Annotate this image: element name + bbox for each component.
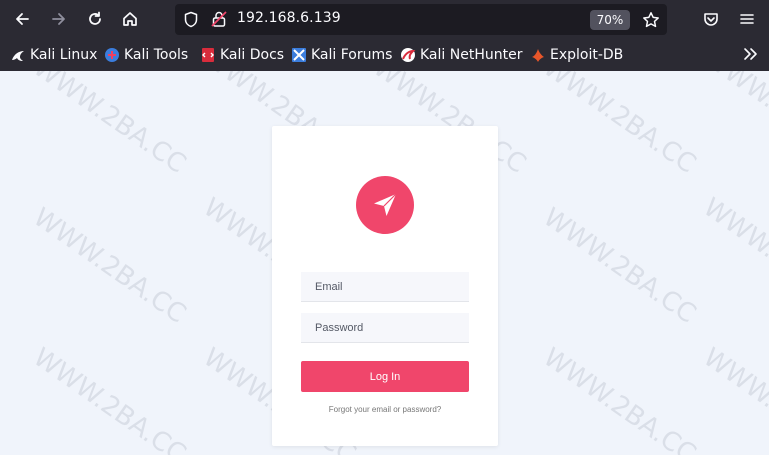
watermark: WWW.2BA.CC [27,71,192,180]
login-card: Log In Forgot your email or password? [272,126,498,446]
forgot-password-link[interactable]: Forgot your email or password? [272,405,498,414]
watermark: WWW.2BA.CC [697,192,769,320]
paper-plane-icon [374,193,397,216]
address-bar[interactable]: 192.168.6.139 70% [175,4,667,35]
insecure-lock-icon[interactable] [211,10,227,28]
shield-icon[interactable] [183,11,199,28]
password-field[interactable] [301,313,469,343]
bookmark-kali-forums[interactable]: Kali Forums [291,44,392,66]
bookmark-label: Kali NetHunter [420,47,523,63]
login-button[interactable]: Log In [301,361,469,392]
star-icon[interactable] [642,11,660,29]
reload-icon [89,11,101,25]
bookmark-kali-linux[interactable]: Kali Linux [10,44,97,66]
watermark: WWW.2BA.CC [27,342,192,455]
watermark: WWW.2BA.CC [697,342,769,455]
pocket-icon [704,13,718,26]
app-logo [356,176,414,234]
home-button[interactable] [117,7,143,31]
watermark: WWW.2BA.CC [697,71,769,170]
watermark: WWW.2BA.CC [537,202,702,330]
zoom-badge[interactable]: 70% [590,10,630,30]
home-icon [123,12,137,26]
kali-dragon-icon [12,51,24,61]
menu-button[interactable] [734,7,760,31]
bookmark-kali-tools[interactable]: Kali Tools [104,44,188,66]
kali-docs-icon [202,48,214,62]
browser-chrome: 192.168.6.139 70% Kali Linux Kali Tools … [0,0,769,71]
watermark: WWW.2BA.CC [27,202,192,330]
pocket-button[interactable] [698,7,724,31]
bookmark-label: Exploit-DB [550,47,624,63]
kali-forums-icon [292,48,306,62]
bookmarks-toolbar: Kali Linux Kali Tools Kali Docs Kali For… [0,40,769,69]
bookmark-label: Kali Forums [311,47,393,63]
url-text[interactable]: 192.168.6.139 [237,10,341,26]
kali-nethunter-icon [401,48,416,62]
bookmark-kali-nethunter[interactable]: Kali NetHunter [400,44,522,66]
arrow-left-icon [16,13,29,25]
bookmark-label: Kali Tools [124,47,189,63]
hamburger-menu-icon [740,14,754,24]
watermark: WWW.2BA.CC [537,71,702,180]
bookmark-label: Kali Docs [220,47,285,63]
browser-toolbar: 192.168.6.139 70% [0,0,769,38]
bookmark-kali-docs[interactable]: Kali Docs [200,44,284,66]
chevron-double-right-icon[interactable] [741,45,759,63]
email-field[interactable] [301,272,469,302]
bookmark-exploit-db[interactable]: Exploit-DB [530,44,623,66]
kali-tools-icon [105,48,119,62]
exploit-db-icon [532,49,544,62]
reload-button[interactable] [82,7,108,31]
watermark: WWW.2BA.CC [537,342,702,455]
forward-button[interactable] [46,7,72,31]
arrow-right-icon [52,13,65,25]
page-content: WWW.2BA.CC WWW.2BA.CC WWW.2BA.CC WWW.2BA… [0,71,769,455]
bookmark-label: Kali Linux [30,47,98,63]
back-button[interactable] [9,7,35,31]
